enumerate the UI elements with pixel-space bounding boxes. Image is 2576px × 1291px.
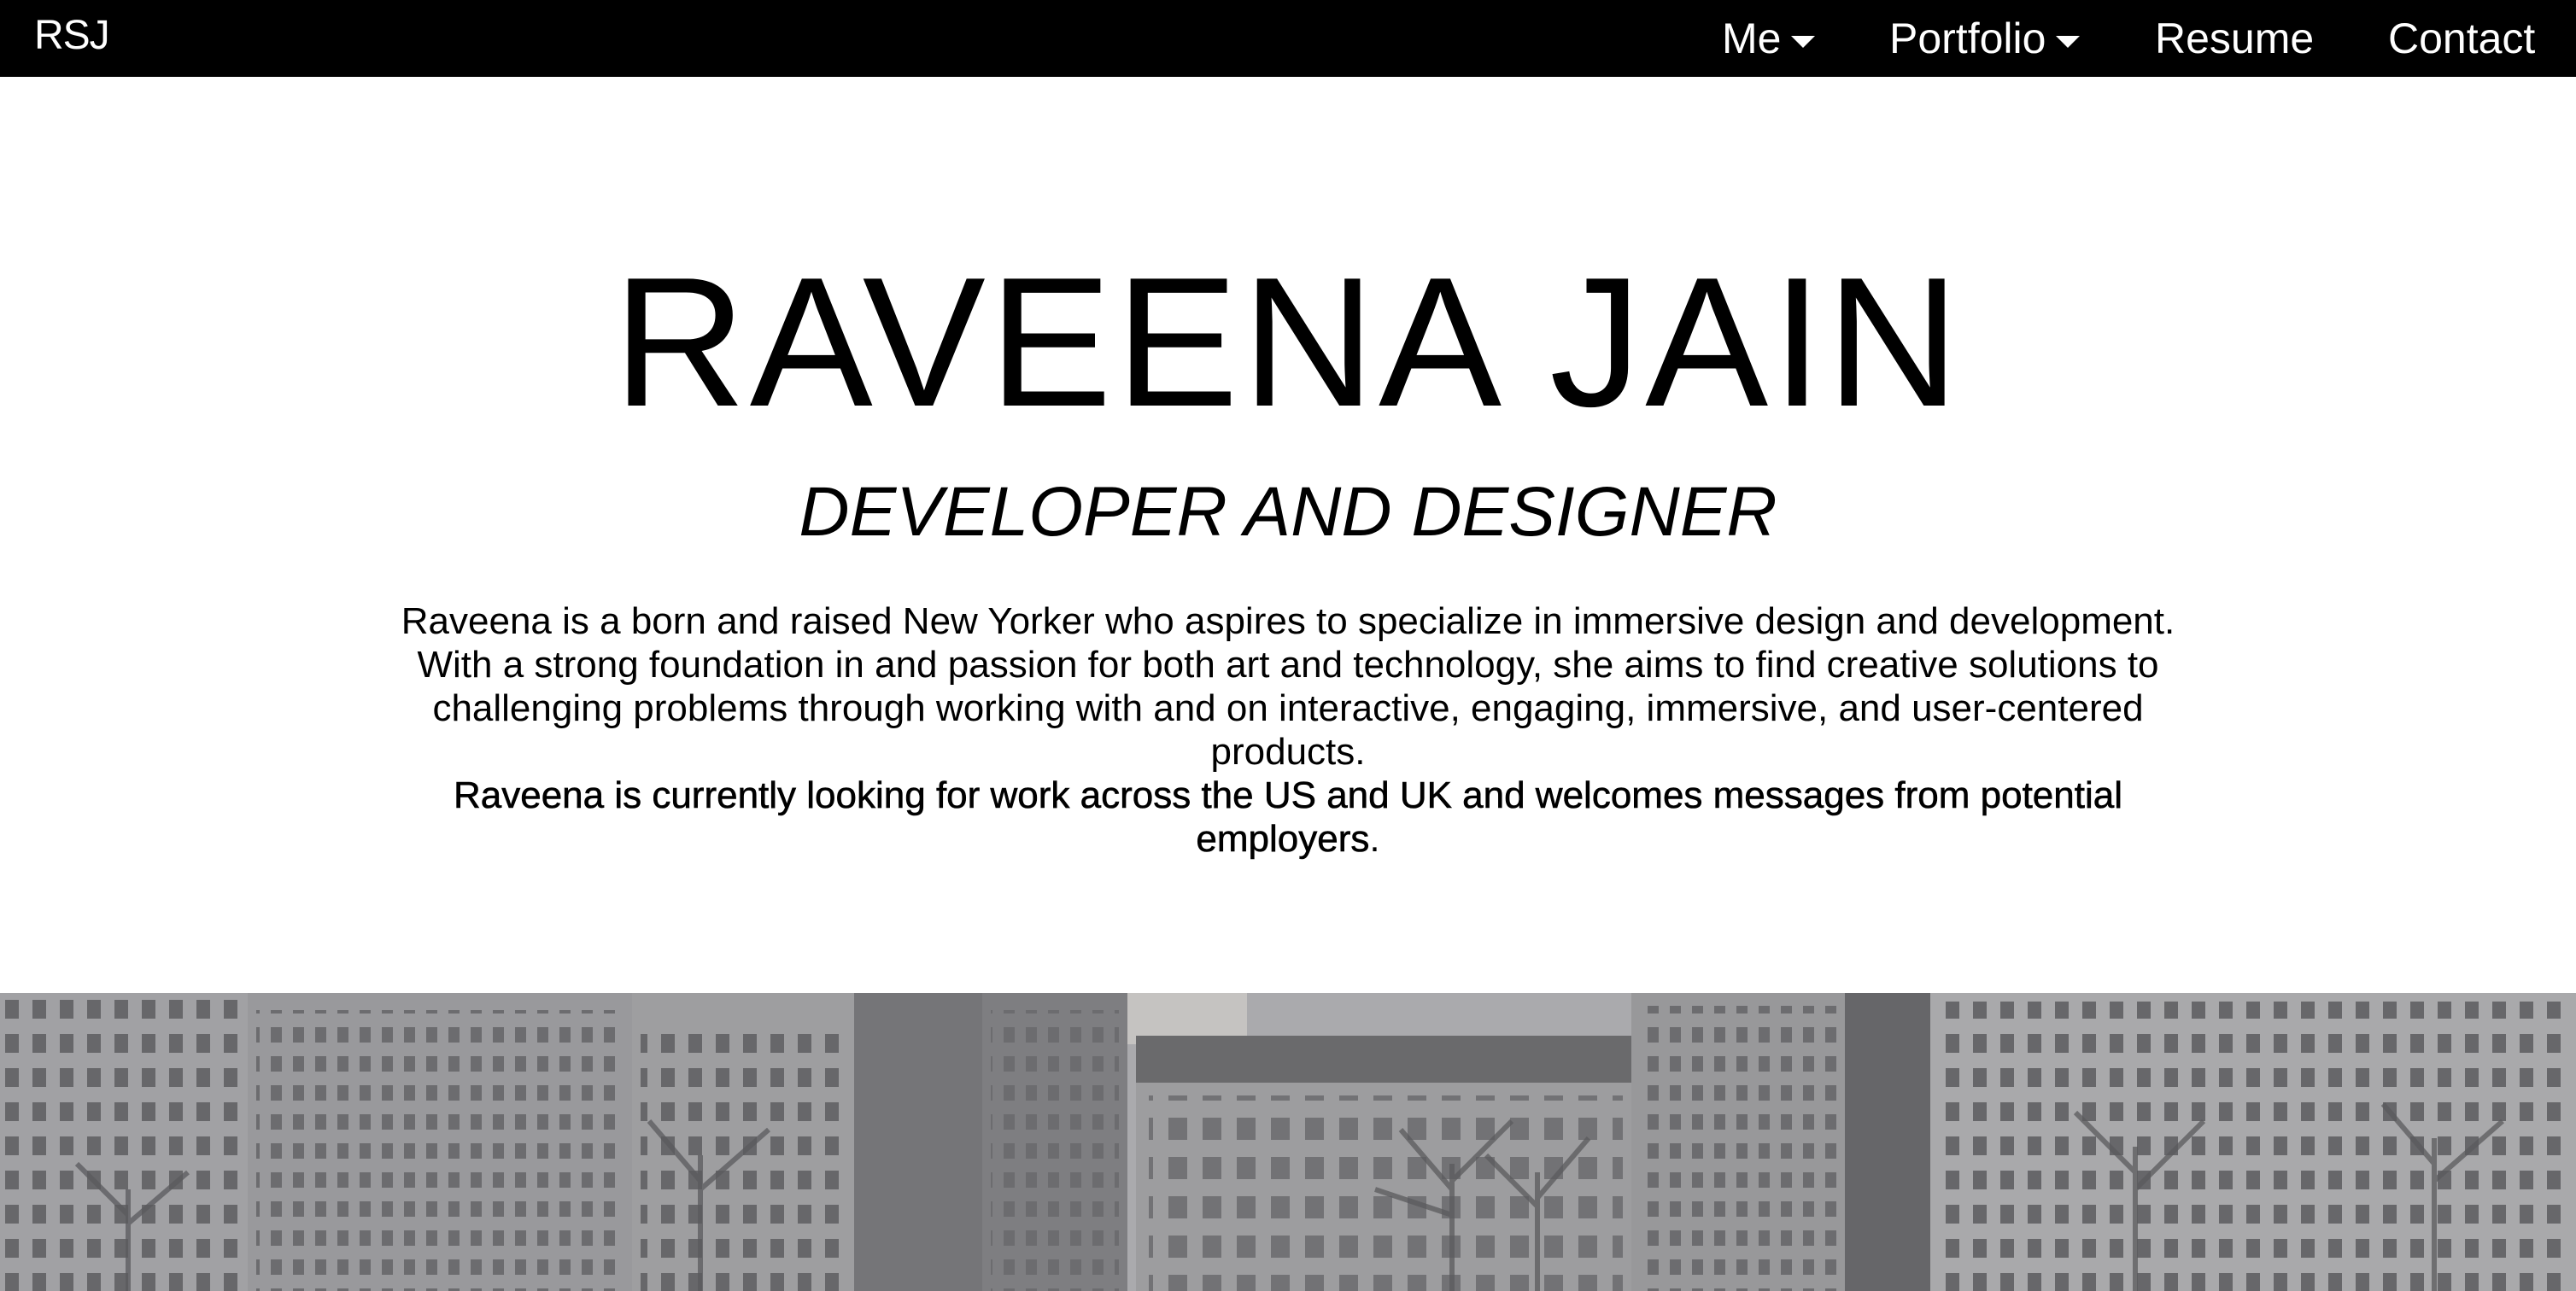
brand-logo[interactable]: RSJ	[34, 12, 110, 59]
bio-highlight: Raveena is currently looking for work ac…	[453, 774, 2123, 861]
nav-item-label: Portfolio	[1889, 15, 2046, 62]
caret-down-icon	[1791, 36, 1816, 48]
nav-item-me[interactable]: Me	[1722, 12, 1816, 65]
bio-end: .	[1369, 818, 1380, 860]
nav-item-contact[interactable]: Contact	[2388, 12, 2535, 65]
nav-item-label: Me	[1722, 15, 1782, 62]
nav-item-resume[interactable]: Resume	[2155, 12, 2314, 65]
city-skyline-image	[0, 993, 2576, 1291]
hero-name: RAVEENA JAIN	[612, 238, 1964, 445]
bio-intro: Raveena is a born and raised New Yorker …	[401, 600, 2175, 773]
hero-subtitle: DEVELOPER AND DESIGNER	[799, 473, 1777, 551]
navbar: RSJ Me Portfolio Resume Contact	[0, 0, 2576, 77]
nav-item-label: Contact	[2388, 15, 2536, 62]
city-skyline-illustration	[0, 993, 2576, 1291]
bio-paragraph: Raveena is a born and raised New Yorker …	[367, 599, 2209, 861]
nav-item-label: Resume	[2155, 15, 2315, 62]
nav-item-portfolio[interactable]: Portfolio	[1889, 12, 2081, 65]
caret-down-icon	[2056, 36, 2081, 48]
